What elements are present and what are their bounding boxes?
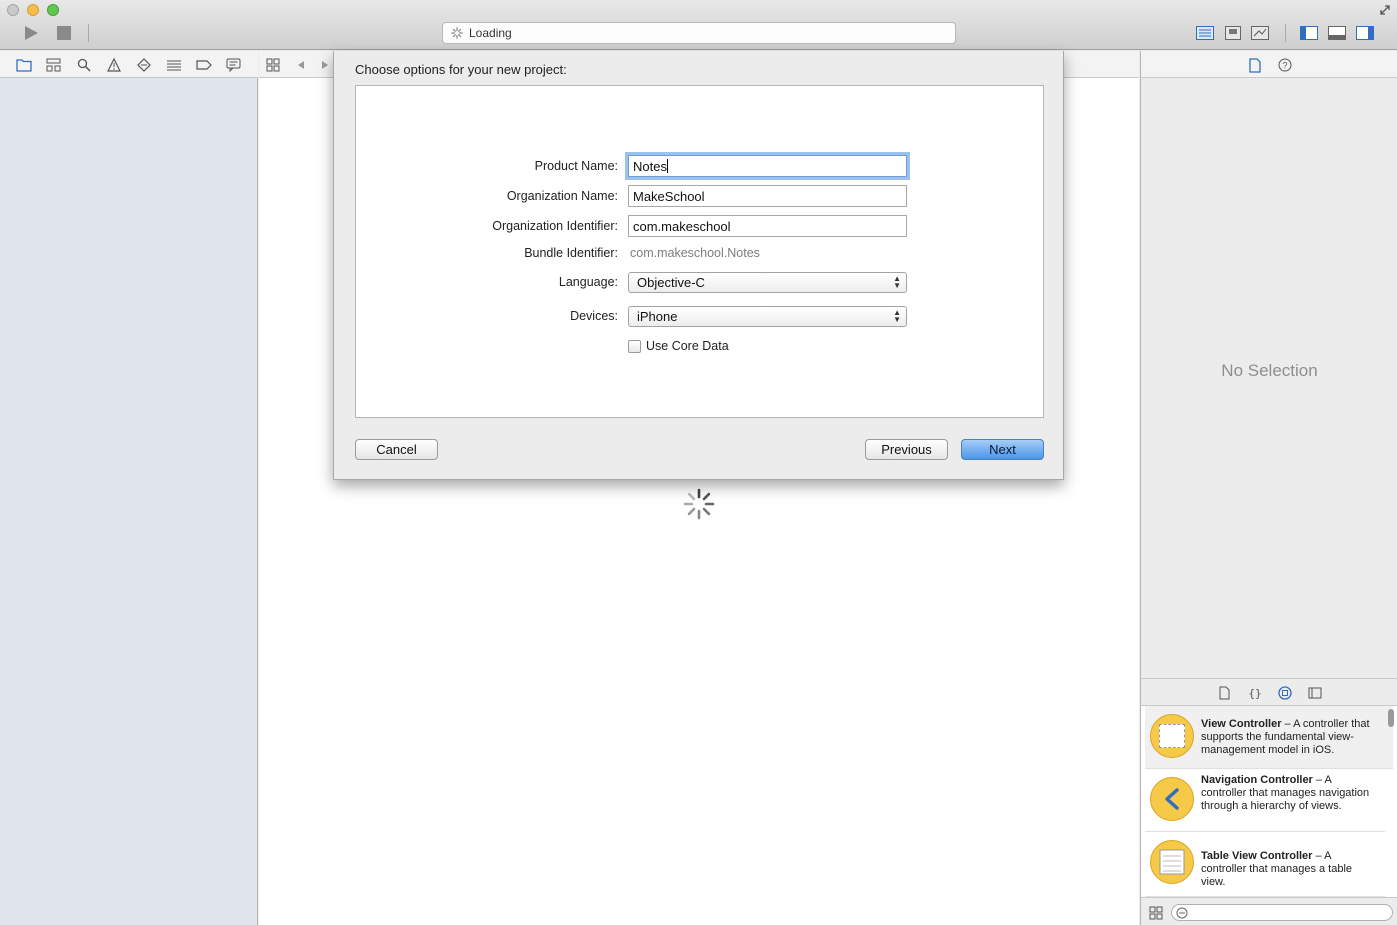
toggle-utilities-button[interactable] (1356, 25, 1374, 41)
assistant-editor-icon (1225, 26, 1241, 40)
product-name-field[interactable]: Notes (628, 155, 907, 177)
test-diamond-icon[interactable] (136, 57, 152, 73)
related-items-grid-icon[interactable] (265, 57, 281, 73)
bundle-identifier-value: com.makeschool.Notes (630, 246, 760, 260)
log-speech-icon[interactable] (226, 57, 242, 73)
zoom-window-button[interactable] (47, 4, 59, 16)
popup-arrows-icon: ▲ ▼ (893, 308, 901, 324)
filter-icon (1176, 907, 1188, 919)
search-icon[interactable] (76, 57, 92, 73)
use-core-data-checkbox[interactable] (628, 340, 641, 353)
assistant-editor-button[interactable] (1224, 25, 1242, 41)
navigator-pane (0, 78, 258, 925)
svg-text:{}: {} (1248, 687, 1261, 700)
symbol-navigator-icon[interactable] (46, 57, 62, 73)
navigator-selector-bar (0, 51, 258, 78)
table-view-controller-icon (1150, 840, 1194, 884)
quick-help-icon[interactable]: ? (1277, 57, 1293, 73)
project-navigator-icon[interactable] (16, 57, 32, 73)
language-select[interactable]: Objective-C ▲ ▼ (628, 272, 907, 293)
view-controller-icon (1150, 714, 1194, 758)
devices-label: Devices: (570, 309, 618, 323)
use-core-data-label: Use Core Data (646, 339, 729, 353)
new-project-options-sheet: Choose options for your new project: Pro… (333, 51, 1064, 480)
back-arrow-icon[interactable] (293, 57, 309, 73)
next-button[interactable]: Next (961, 439, 1044, 460)
forward-arrow-icon[interactable] (317, 57, 333, 73)
organization-identifier-label: Organization Identifier: (492, 219, 618, 233)
version-editor-icon (1251, 26, 1269, 40)
grid-view-icon[interactable] (1148, 905, 1164, 921)
toggle-debug-area-button[interactable] (1328, 25, 1346, 41)
bottom-panel-icon (1328, 26, 1346, 40)
library-item-navigation-controller[interactable]: Navigation Controller – A controller tha… (1145, 770, 1385, 832)
toolbar-divider (88, 24, 89, 42)
stop-button[interactable] (55, 24, 73, 42)
activity-viewer: Loading (442, 22, 956, 44)
library-filter-bar (1140, 897, 1397, 925)
library-item-title: View Controller (1201, 718, 1282, 730)
run-button[interactable] (20, 24, 42, 42)
language-selected-value: Objective-C (637, 275, 705, 290)
svg-text:?: ? (1282, 61, 1287, 71)
fullscreen-icon[interactable] (1379, 4, 1391, 16)
file-template-library-icon[interactable] (1217, 685, 1233, 701)
standard-editor-icon (1196, 26, 1214, 40)
organization-name-label: Organization Name: (506, 189, 618, 203)
activity-text: Loading (469, 26, 512, 40)
spinner-icon (451, 27, 463, 39)
library-item-table-view-controller[interactable]: Table View Controller – A controller tha… (1145, 833, 1385, 897)
standard-editor-button[interactable] (1196, 25, 1214, 41)
toolbar-divider (1285, 24, 1286, 42)
previous-button[interactable]: Previous (865, 439, 948, 460)
text-cursor (666, 159, 668, 173)
loading-spinner-icon (683, 488, 715, 520)
minimize-window-button[interactable] (27, 4, 39, 16)
object-library-icon[interactable] (1277, 685, 1293, 701)
options-form: Product Name: Notes Organization Name: M… (355, 85, 1044, 418)
code-snippet-library-icon[interactable]: {} (1247, 685, 1263, 701)
product-name-label: Product Name: (534, 159, 618, 173)
library-filter-input[interactable] (1171, 904, 1393, 921)
organization-identifier-field[interactable]: com.makeschool (628, 215, 907, 237)
object-library-list: View Controller – A controller that supp… (1140, 706, 1397, 897)
debug-list-icon[interactable] (166, 57, 182, 73)
inspector-pane: No Selection (1140, 78, 1397, 678)
popup-arrows-icon: ▲ ▼ (893, 274, 901, 290)
media-library-icon[interactable] (1307, 685, 1323, 701)
close-window-button[interactable] (7, 4, 19, 16)
breakpoint-tag-icon[interactable] (196, 57, 212, 73)
issue-warning-icon[interactable] (106, 57, 122, 73)
no-selection-label: No Selection (1221, 361, 1318, 380)
left-panel-icon (1300, 26, 1318, 40)
file-inspector-icon[interactable] (1247, 57, 1263, 73)
library-scrollbar[interactable] (1388, 709, 1394, 727)
window-toolbar: Loading (0, 0, 1397, 50)
library-item-view-controller[interactable]: View Controller – A controller that supp… (1145, 706, 1393, 769)
devices-selected-value: iPhone (637, 309, 678, 324)
library-item-title: Navigation Controller (1201, 774, 1313, 786)
devices-select[interactable]: iPhone ▲ ▼ (628, 306, 907, 327)
stop-icon (57, 26, 71, 40)
right-panel-icon (1356, 26, 1374, 40)
cancel-button[interactable]: Cancel (355, 439, 438, 460)
library-item-title: Table View Controller (1201, 850, 1313, 862)
library-selector-bar: {} (1140, 678, 1397, 706)
navigation-controller-icon (1150, 777, 1194, 821)
organization-name-field[interactable]: MakeSchool (628, 185, 907, 207)
inspector-selector-bar: ? (1140, 51, 1397, 78)
bundle-identifier-label: Bundle Identifier: (524, 246, 618, 260)
sheet-title: Choose options for your new project: (355, 62, 567, 77)
language-label: Language: (558, 275, 618, 289)
play-icon (25, 26, 38, 40)
version-editor-button[interactable] (1251, 25, 1269, 41)
toggle-navigator-button[interactable] (1300, 25, 1318, 41)
